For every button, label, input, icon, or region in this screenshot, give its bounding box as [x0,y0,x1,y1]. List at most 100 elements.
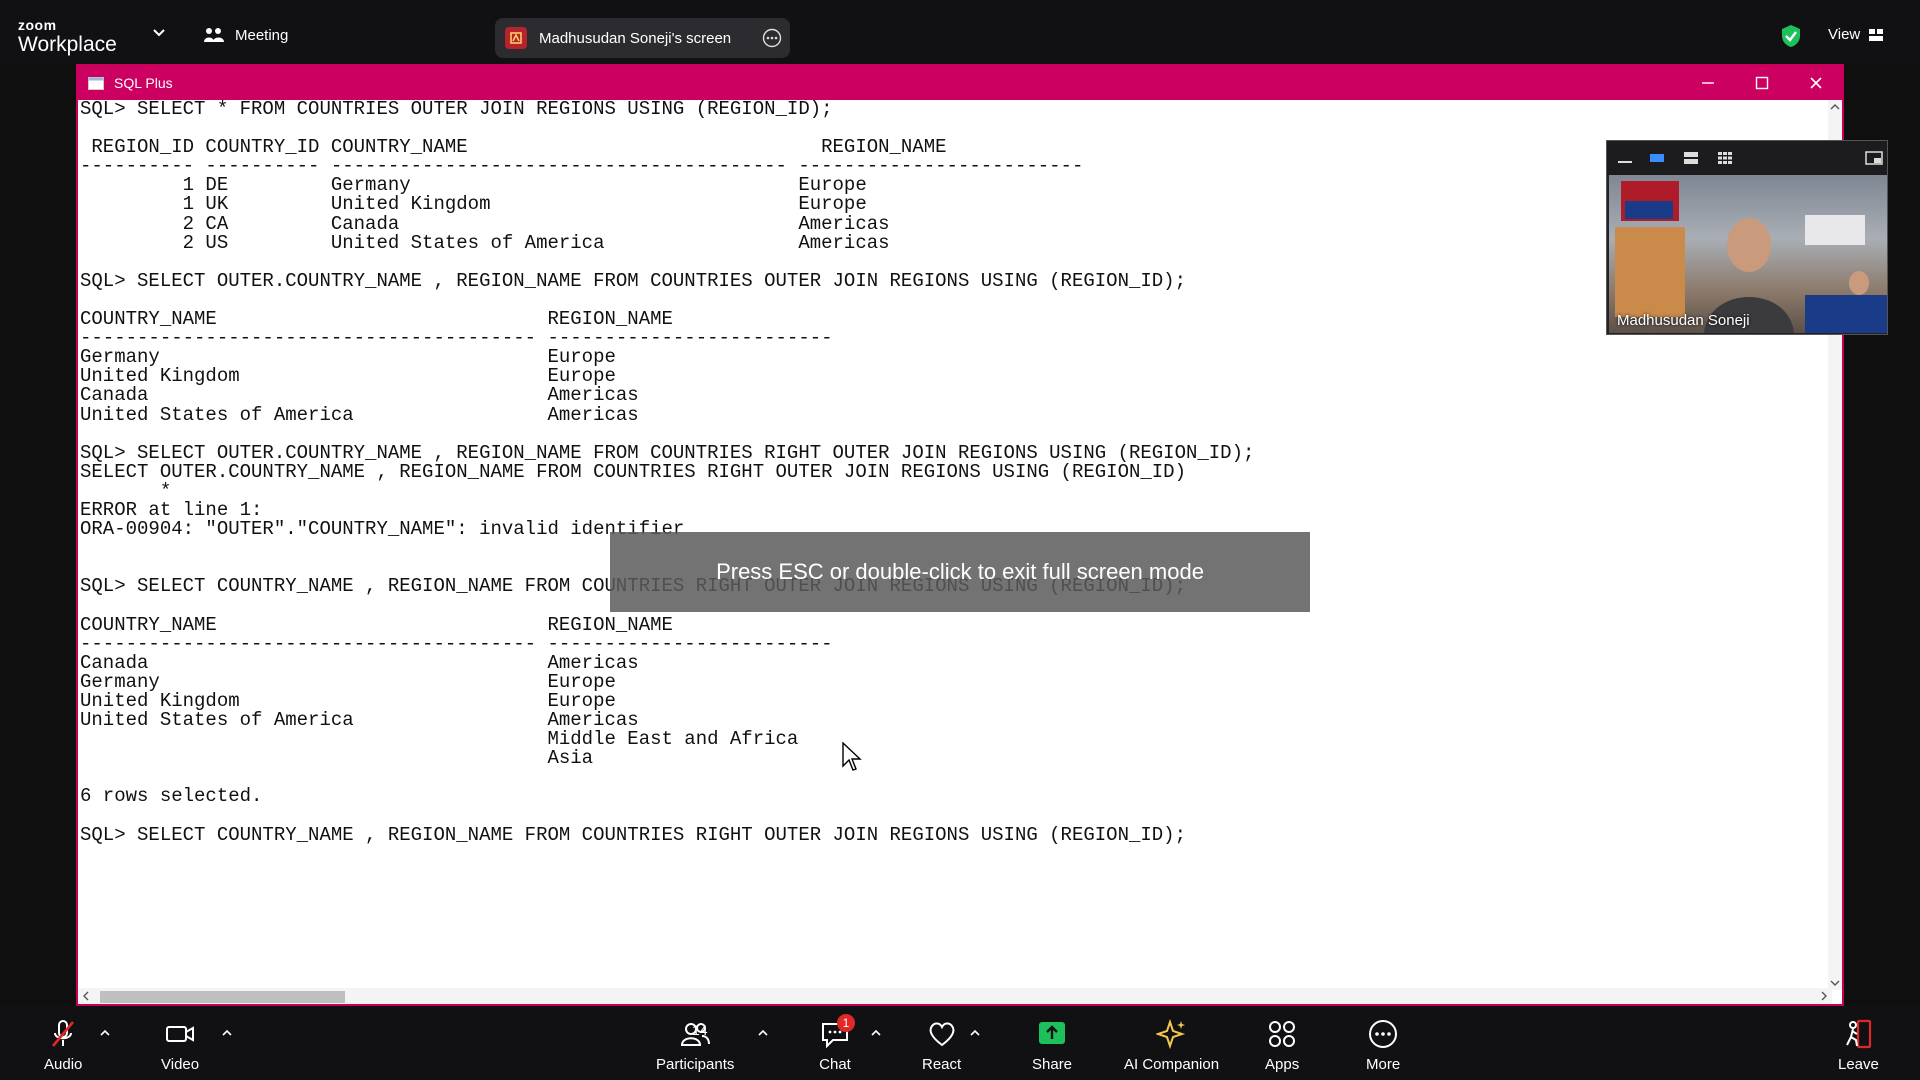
console-line: COUNTRY_NAME REGION_NAME [80,613,673,636]
audio-button[interactable]: Audio [44,1018,82,1073]
mouse-cursor-icon [842,742,862,771]
chat-options-caret-icon[interactable] [870,1028,882,1038]
sharer-avatar-icon [505,27,527,49]
console-line: Asia [80,747,594,770]
chat-button[interactable]: 1 Chat [819,1014,855,1073]
close-button[interactable] [1796,71,1836,95]
scroll-left-icon[interactable] [81,991,91,1001]
grid-view-icon [1869,28,1884,41]
participants-button[interactable]: 14 Participants [656,1018,734,1073]
apps-icon [1269,1021,1296,1047]
fullscreen-exit-toast: Press ESC or double-click to exit full s… [610,532,1310,612]
window-title-bar[interactable]: SQL Plus [78,66,1842,100]
console-line: SQL> SELECT * FROM COUNTRIES OUTER JOIN … [80,100,833,120]
stacked-view-icon[interactable] [1683,151,1699,165]
participants-label: Participants [656,1056,735,1073]
chat-unread-badge: 1 [837,1014,855,1032]
share-screen-icon [1039,1022,1066,1044]
more-options-icon[interactable] [762,28,782,48]
audio-options-caret-icon[interactable] [99,1028,111,1038]
maximize-button[interactable] [1742,71,1782,95]
zoom-workplace-logo: zoom Workplace [18,18,117,55]
security-shield-icon[interactable] [1779,24,1803,48]
share-button[interactable]: Share [1032,1018,1072,1073]
share-label: Share [1032,1056,1073,1073]
share-label: Madhusudan Soneji's screen [539,29,732,47]
minimize-video-icon[interactable] [1617,151,1633,165]
audio-label: Audio [44,1056,83,1073]
participants-count: 14 [692,1022,708,1038]
apps-label: Apps [1265,1056,1300,1073]
more-label: More [1366,1056,1401,1073]
bottom-toolbar: Audio Video 14 Participants 1 Chat React… [0,1006,1920,1080]
console-line: United States of America Americas [80,403,639,426]
leave-label: Leave [1838,1056,1879,1073]
top-bar: zoom Workplace Meeting Madhusudan Soneji… [0,0,1920,64]
ai-sparkle-icon [1155,1018,1185,1050]
console-line: Canada Americas [80,651,639,674]
console-line: 2 CA Canada Americas [80,212,890,235]
logo-workplace-text: Workplace [18,33,117,56]
close-icon [1810,77,1822,89]
console-line: Canada Americas [80,384,639,407]
console-line: SQL> SELECT OUTER.COUNTRY_NAME , REGION_… [80,269,1186,292]
console-line: SQL> SELECT OUTER.COUNTRY_NAME , REGION_… [80,441,1255,464]
console-line: 1 UK United Kingdom Europe [80,193,867,216]
scroll-up-icon[interactable] [1830,102,1840,112]
view-button[interactable]: View [1828,26,1884,43]
window-title: SQL Plus [114,75,173,91]
horizontal-scrollbar[interactable] [78,988,1832,1004]
pop-out-video-icon[interactable] [1865,151,1883,165]
react-button[interactable]: React [922,1018,961,1073]
ai-companion-button[interactable]: AI Companion [1124,1018,1219,1073]
video-button[interactable]: Video [161,1018,199,1073]
minimize-button[interactable] [1688,71,1728,95]
heart-react-icon [929,1022,954,1047]
minimize-icon [1702,82,1714,84]
more-button[interactable]: More [1366,1018,1400,1073]
video-camera-icon [166,1026,195,1042]
console-line: * [80,479,172,502]
horizontal-scroll-thumb[interactable] [100,991,345,1003]
apps-button[interactable]: Apps [1265,1018,1299,1073]
meeting-label: Meeting [235,26,289,44]
logo-zoom-text: zoom [18,17,57,33]
scroll-down-icon[interactable] [1830,978,1840,988]
scroll-right-icon[interactable] [1819,991,1829,1001]
video-background-graphic [1615,181,1887,333]
view-label: View [1828,26,1861,43]
leave-button[interactable]: Leave [1838,1018,1879,1073]
speaker-view-icon[interactable] [1649,151,1665,165]
console-line: 2 US United States of America Americas [80,231,890,254]
participant-video-panel[interactable]: Madhusudan Soneji [1606,140,1888,335]
console-line: SQL> SELECT COUNTRY_NAME , REGION_NAME F… [80,823,1186,846]
leave-door-icon [1846,1019,1872,1049]
maximize-icon [1755,76,1769,90]
react-label: React [922,1056,962,1073]
meeting-icon [204,28,224,42]
muted-microphone-icon [52,1020,75,1047]
react-options-caret-icon[interactable] [969,1028,981,1038]
participant-video-feed: Madhusudan Soneji [1609,175,1887,333]
more-icon [1369,1020,1398,1048]
console-line: 6 rows selected. [80,785,263,808]
ai-companion-label: AI Companion [1124,1056,1220,1073]
participant-name-label: Madhusudan Soneji [1617,312,1750,329]
console-line: ----------------------------------------… [80,632,833,655]
video-panel-toolbar [1607,141,1887,175]
participants-options-caret-icon[interactable] [757,1028,769,1038]
chat-label: Chat [819,1056,851,1073]
video-label: Video [161,1056,200,1073]
gallery-view-icon[interactable] [1717,151,1733,165]
video-options-caret-icon[interactable] [221,1028,233,1038]
console-output: SQL> SELECT * FROM COUNTRIES OUTER JOIN … [78,100,1832,845]
sqlplus-app-icon [88,77,104,90]
meeting-menu-button[interactable]: Meeting [203,26,288,44]
screen-share-indicator[interactable]: Madhusudan Soneji's screen [495,18,790,58]
chevron-down-icon[interactable] [150,26,168,40]
console-line: SELECT OUTER.COUNTRY_NAME , REGION_NAME … [80,460,1186,483]
